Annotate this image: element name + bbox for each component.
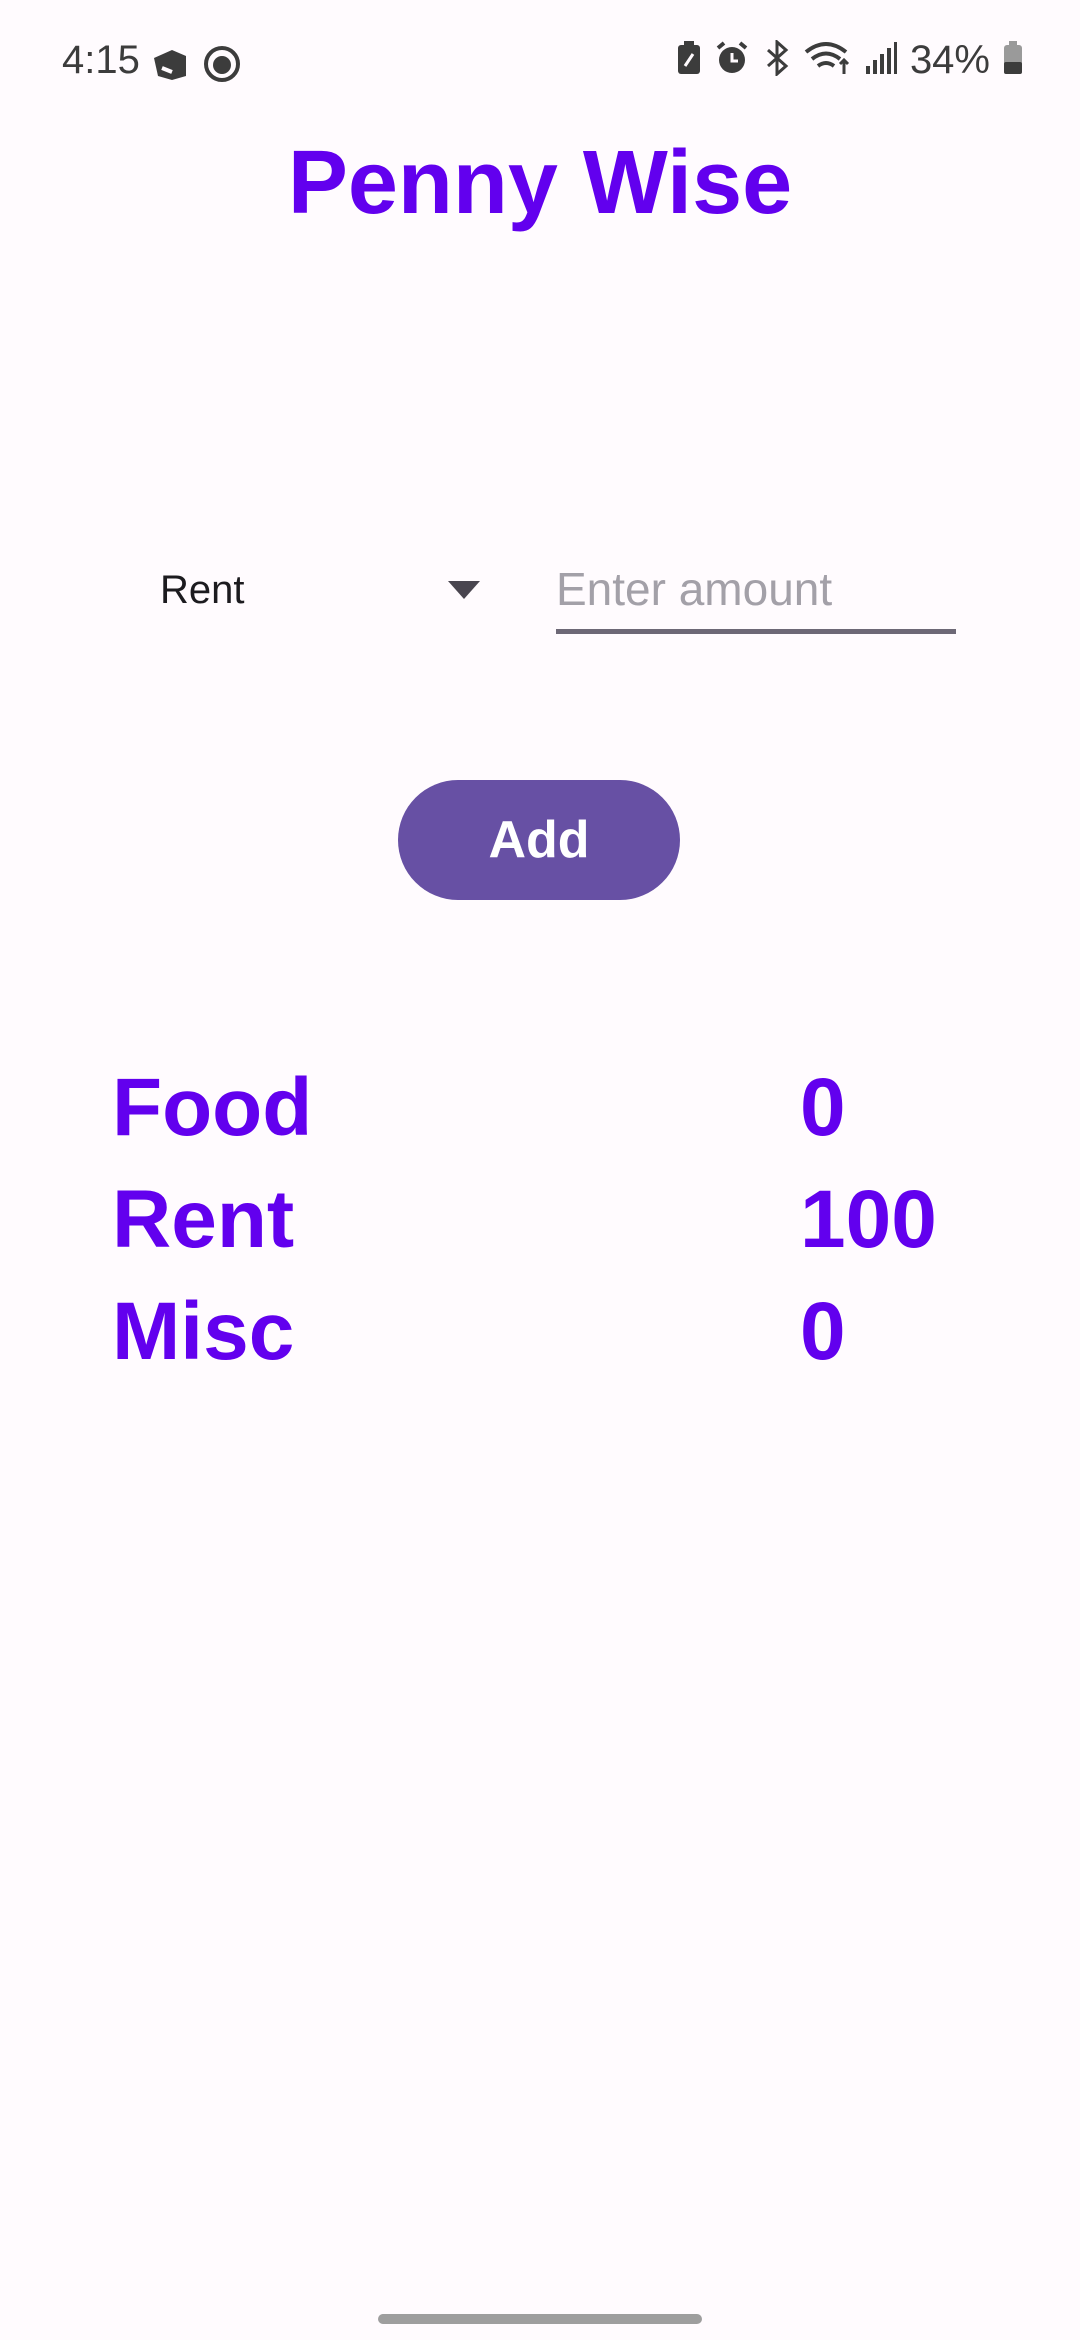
battery-saver-icon xyxy=(676,40,702,81)
status-right-icons: 34% xyxy=(676,38,1024,83)
total-row-misc: Misc 0 xyxy=(112,1276,972,1388)
gesture-nav-bar[interactable] xyxy=(378,2314,702,2324)
wifi-icon xyxy=(804,40,852,81)
bluetooth-icon xyxy=(762,38,792,81)
total-label: Misc xyxy=(112,1286,295,1377)
graduation-cap-icon xyxy=(150,46,190,87)
alarm-icon xyxy=(714,40,750,81)
category-selected-value: Rent xyxy=(160,567,245,612)
totals-list: Food 0 Rent 100 Misc 0 xyxy=(112,1052,972,1388)
battery-icon xyxy=(1002,40,1024,81)
status-bar: 4:15 34% xyxy=(0,0,1080,130)
category-dropdown[interactable]: Rent xyxy=(140,548,500,632)
status-left-icons xyxy=(150,46,240,87)
signal-icon xyxy=(864,40,898,81)
total-label: Rent xyxy=(112,1174,295,1265)
amount-input[interactable] xyxy=(556,548,956,634)
total-value: 100 xyxy=(800,1174,937,1265)
add-button[interactable]: Add xyxy=(398,780,680,900)
dropdown-arrow-icon xyxy=(448,581,480,599)
battery-percent: 34% xyxy=(909,38,990,82)
total-label: Food xyxy=(112,1062,313,1153)
total-value: 0 xyxy=(800,1062,846,1153)
app-title: Penny Wise xyxy=(287,133,793,233)
cat-face-icon xyxy=(204,46,240,87)
total-value: 0 xyxy=(800,1286,846,1377)
total-row-food: Food 0 xyxy=(112,1052,972,1164)
app-screen: 4:15 34% Penny Wise Rent Enter amount Ad… xyxy=(0,0,1080,2340)
status-time: 4:15 xyxy=(62,38,140,82)
total-row-rent: Rent 100 xyxy=(112,1164,972,1276)
